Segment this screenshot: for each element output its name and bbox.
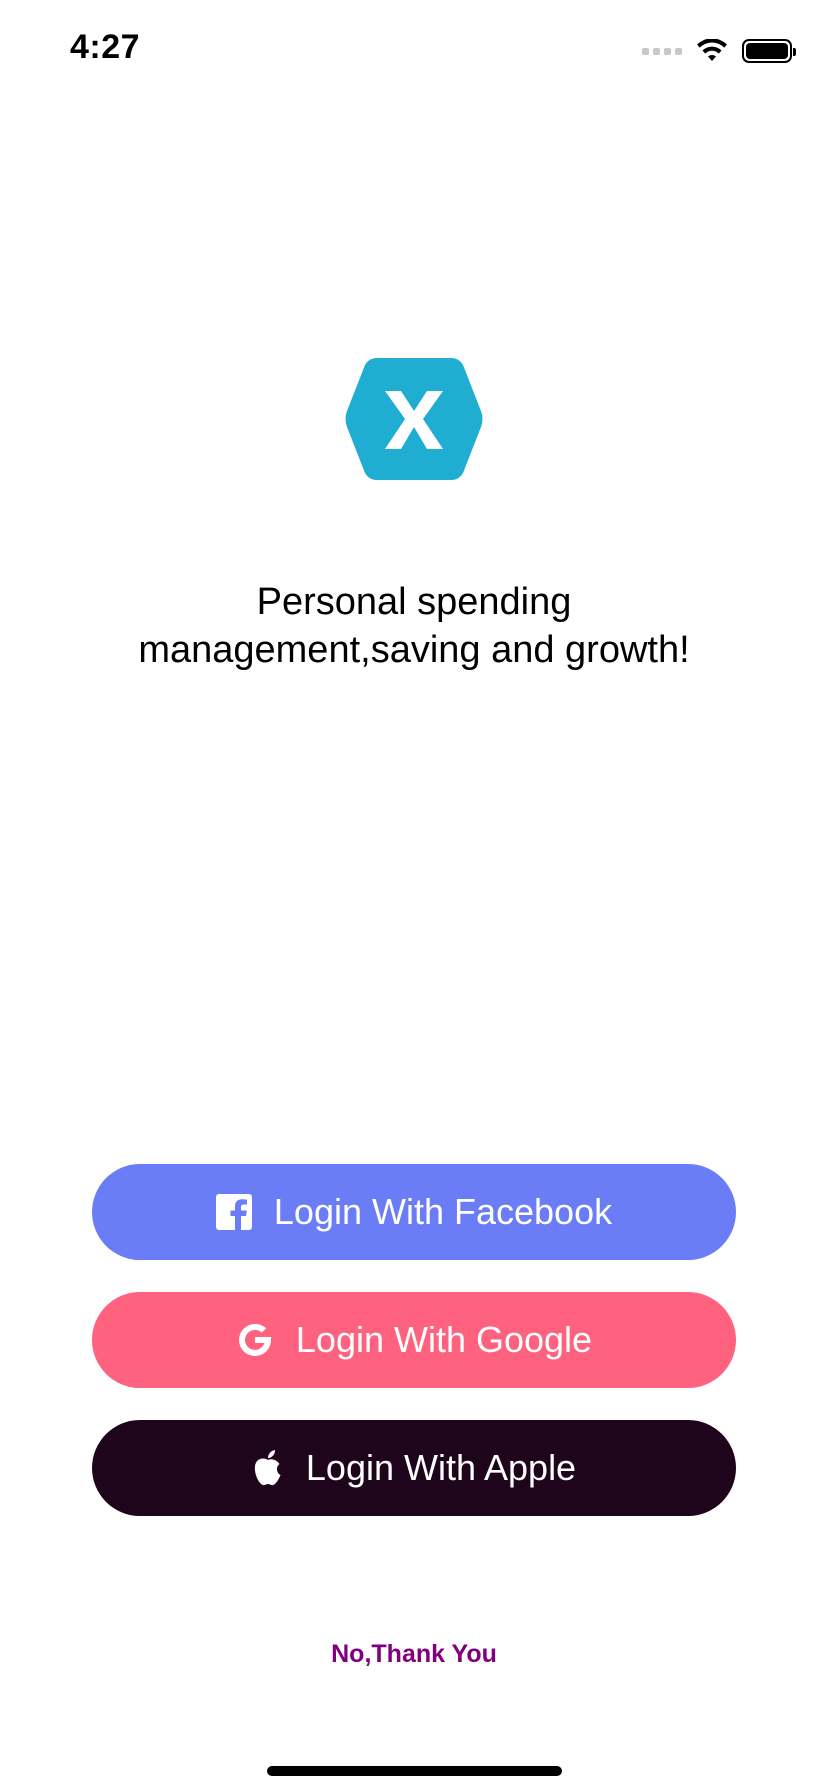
battery-icon bbox=[742, 39, 796, 63]
login-google-label: Login With Google bbox=[295, 1319, 593, 1360]
wifi-icon bbox=[697, 39, 727, 61]
login-facebook-button[interactable]: Login With Facebook bbox=[92, 1164, 736, 1260]
cellular-signal-icon bbox=[642, 47, 682, 55]
status-icons bbox=[642, 36, 796, 66]
xamarin-logo-icon bbox=[345, 358, 483, 480]
no-thank-you-link[interactable]: No,Thank You bbox=[0, 1640, 828, 1669]
status-bar: 4:27 bbox=[0, 0, 828, 100]
login-apple-label: Login With Apple bbox=[305, 1447, 577, 1488]
facebook-icon bbox=[215, 1194, 252, 1230]
login-facebook-label: Login With Facebook bbox=[273, 1191, 613, 1232]
login-google-button[interactable]: Login With Google bbox=[92, 1292, 736, 1388]
login-apple-button[interactable]: Login With Apple bbox=[92, 1420, 736, 1516]
tagline: Personal spending management,saving and … bbox=[60, 578, 768, 674]
tagline-line-2: management,saving and growth! bbox=[138, 629, 690, 671]
home-indicator[interactable] bbox=[267, 1766, 562, 1776]
apple-icon bbox=[252, 1448, 284, 1488]
status-time: 4:27 bbox=[70, 28, 141, 66]
app-logo bbox=[341, 353, 487, 485]
tagline-line-1: Personal spending bbox=[256, 581, 572, 623]
google-icon bbox=[236, 1321, 274, 1359]
